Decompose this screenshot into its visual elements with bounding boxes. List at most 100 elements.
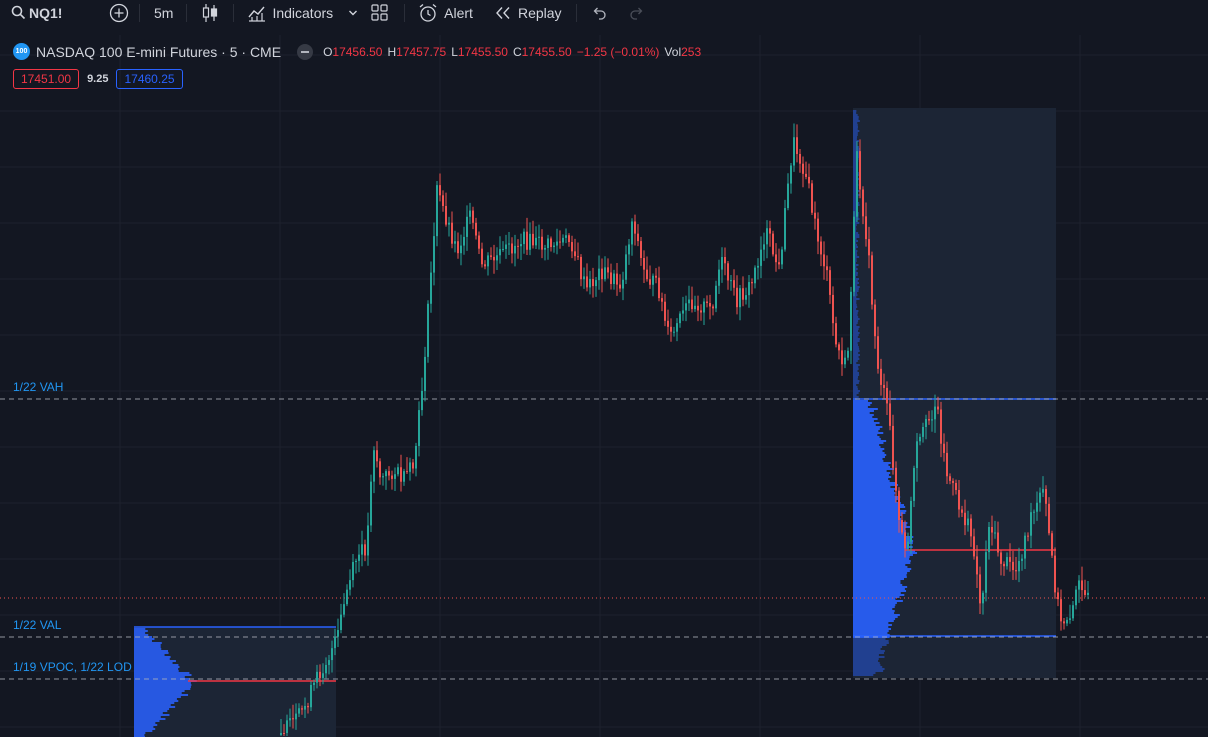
profile-bar — [134, 726, 154, 728]
candle-body — [478, 235, 480, 249]
profile-bar — [853, 134, 858, 136]
profile-bar — [853, 568, 912, 570]
candle-body — [844, 357, 846, 365]
profile-bar — [134, 714, 170, 716]
symbol-legend: 100 NASDAQ 100 E-mini Futures · 5 · CME … — [13, 43, 706, 60]
candle-body — [424, 356, 426, 391]
price-chart[interactable] — [0, 35, 1208, 737]
candle-body — [913, 468, 915, 501]
candle-body — [628, 244, 630, 255]
sell-price-button[interactable]: 17451.00 — [13, 69, 80, 89]
candle-body — [724, 257, 726, 264]
candle-body — [919, 436, 921, 442]
candle-body — [550, 238, 552, 248]
profile-bar — [853, 648, 881, 650]
candle-body — [772, 233, 774, 255]
profile-bar — [134, 674, 192, 676]
profile-bar — [853, 552, 918, 554]
profile-bar — [853, 404, 871, 406]
interval-button[interactable]: 5m — [140, 0, 186, 25]
profile-bar — [853, 336, 858, 338]
candle-body — [619, 284, 621, 289]
profile-bar — [853, 518, 902, 520]
candle-body — [1021, 558, 1023, 561]
candle-body — [964, 512, 966, 526]
profile-bar — [853, 530, 906, 532]
profile-bar — [853, 604, 896, 606]
candle-body — [436, 185, 438, 237]
indicators-button[interactable]: Indicators — [234, 0, 333, 25]
candle-body — [892, 425, 894, 468]
chevron-down-icon — [348, 9, 358, 17]
profile-bar — [853, 144, 858, 146]
profile-bar — [853, 136, 858, 138]
profile-bar — [853, 492, 896, 494]
candle-body — [733, 280, 735, 288]
candle-body — [604, 267, 606, 280]
candle-body — [664, 301, 666, 321]
candle-body — [727, 263, 729, 281]
undo-button[interactable] — [577, 0, 619, 25]
profile-bar — [853, 326, 860, 328]
candle-body — [895, 467, 897, 491]
collapse-legend-button[interactable] — [297, 43, 314, 60]
candle-body — [577, 256, 579, 258]
compare-add-button[interactable] — [95, 0, 139, 25]
profile-bar — [853, 460, 884, 462]
profile-bar — [134, 728, 156, 730]
profile-bar — [853, 490, 894, 492]
candle-body — [307, 705, 309, 708]
candle-body — [907, 541, 909, 549]
replay-button[interactable]: Replay — [484, 0, 576, 25]
profile-bar — [134, 690, 185, 692]
profile-bar — [134, 640, 152, 642]
redo-button[interactable] — [619, 0, 657, 25]
candle-body — [646, 269, 648, 280]
candle-body — [349, 580, 351, 590]
candle-body — [286, 720, 288, 733]
chart-type-button[interactable] — [187, 0, 233, 25]
candle-body — [916, 441, 918, 469]
profile-bar — [853, 338, 860, 340]
candle-body — [928, 419, 930, 421]
candle-body — [967, 518, 969, 526]
profile-bar — [853, 626, 889, 628]
profile-bar — [853, 426, 883, 428]
candle-body — [715, 285, 717, 309]
profile-bar — [853, 576, 907, 578]
candle-body — [1012, 561, 1014, 571]
profile-bar — [853, 586, 908, 588]
candle-body — [868, 239, 870, 256]
symbol-title[interactable]: NASDAQ 100 E-mini Futures · 5 · CME — [36, 44, 281, 60]
candle-body — [514, 245, 516, 254]
indicators-dropdown-button[interactable] — [333, 0, 368, 25]
candle-body — [448, 222, 450, 225]
profile-bar — [853, 486, 891, 488]
profile-bar — [853, 662, 880, 664]
profile-bar — [853, 466, 891, 468]
candle-body — [859, 151, 861, 190]
vah-level-label: 1/22 VAH — [13, 380, 64, 394]
buy-price-button[interactable]: 17460.25 — [116, 69, 183, 89]
candle-body — [634, 221, 636, 234]
minus-icon — [301, 50, 310, 53]
candle-body — [574, 251, 576, 257]
symbol-search[interactable]: NQ1! — [0, 0, 95, 25]
alert-button[interactable]: Alert — [405, 0, 484, 25]
profile-bar — [853, 140, 859, 142]
chart-pane[interactable] — [0, 35, 1208, 737]
profile-bar — [134, 706, 176, 708]
profile-bar — [853, 506, 906, 508]
candle-body — [826, 266, 828, 271]
candle-body — [553, 245, 555, 248]
templates-button[interactable] — [368, 0, 404, 25]
profile-bar — [134, 646, 161, 648]
candle-body — [1045, 489, 1047, 504]
profile-bar — [853, 512, 906, 514]
profile-bar — [853, 138, 857, 140]
profile-bar — [853, 480, 890, 482]
candle-body — [739, 288, 741, 308]
candle-body — [1051, 533, 1053, 556]
candle-body — [367, 525, 369, 556]
profile-bar — [134, 644, 161, 646]
